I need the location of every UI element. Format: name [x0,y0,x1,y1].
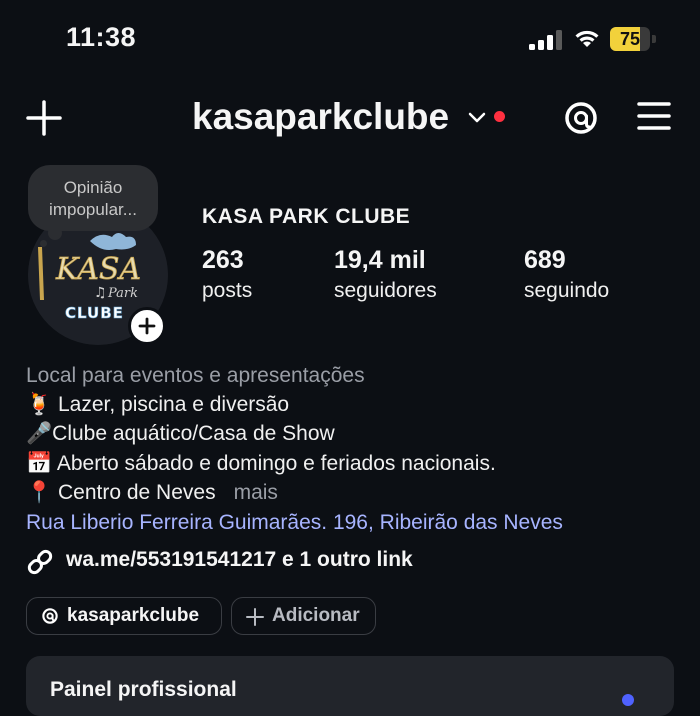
chevron-down-icon[interactable] [468,110,486,124]
plus-icon [246,608,264,626]
account-username[interactable]: kasaparkclube [192,96,449,138]
threads-icon [42,608,58,624]
add-chip-button[interactable]: Adicionar [231,597,376,635]
threads-icon[interactable] [562,99,600,137]
notification-dot [494,111,505,122]
stat-label: posts [202,279,253,302]
status-time: 11:38 [66,22,137,52]
bio-line: 🍹 Lazer, piscina e diversão [26,393,290,416]
stat-value: 263 [202,246,244,274]
bio-line: 🎤Clube aquático/Casa de Show [26,422,335,445]
stat-label: seguidores [334,279,437,302]
menu-icon[interactable] [637,101,671,131]
more-link[interactable]: mais [234,481,278,504]
add-chip-label: Adicionar [272,605,360,626]
posts-count[interactable]: 263 posts [202,246,252,303]
add-story-button[interactable] [128,307,166,345]
svg-text:♫: ♫ [94,285,107,301]
followers-count[interactable]: 19,4 mil seguidores [334,246,437,303]
professional-dashboard-title: Painel profissional [50,678,237,701]
bio-line: 📍 Centro de Neves mais [26,481,278,505]
logo-text-kasa: KASA [55,252,141,287]
threads-profile-chip[interactable]: kasaparkclube [26,597,222,635]
plus-icon [138,317,156,335]
note-bubble-tail [40,240,47,247]
stat-value: 19,4 mil [334,246,426,274]
profile-note-bubble[interactable]: Opinião impopular... [28,165,158,231]
following-count[interactable]: 689 seguindo [524,246,609,303]
link-icon [27,549,53,575]
logo-text-clube: CLUBE [65,304,124,322]
bio-line: 📅 Aberto sábado e domingo e feriados nac… [26,452,496,475]
logo-text-park: Park [107,286,138,301]
wifi-icon [575,30,599,47]
battery-level: 75 [619,29,641,49]
bio-line-text: 📍 Centro de Neves [26,481,216,504]
threads-chip-label: kasaparkclube [67,605,200,626]
address-link[interactable]: Rua Liberio Ferreira Guimarães. 196, Rib… [26,511,563,535]
link-text[interactable]: wa.me/553191541217 e 1 outro link [66,548,413,572]
note-text-line: impopular... [49,200,137,219]
display-name: KASA PARK CLUBE [202,205,411,228]
profile-category: Local para eventos e apresentações [26,364,365,387]
stat-value: 689 [524,246,566,274]
battery-icon: 75 [610,27,656,51]
create-post-plus-icon[interactable] [26,100,62,136]
unread-indicator-dot [622,694,634,706]
professional-dashboard-panel[interactable]: Painel profissional [26,656,674,716]
cellular-signal-icon [529,30,562,50]
stat-label: seguindo [524,279,610,302]
note-text-line: Opinião [63,178,123,197]
